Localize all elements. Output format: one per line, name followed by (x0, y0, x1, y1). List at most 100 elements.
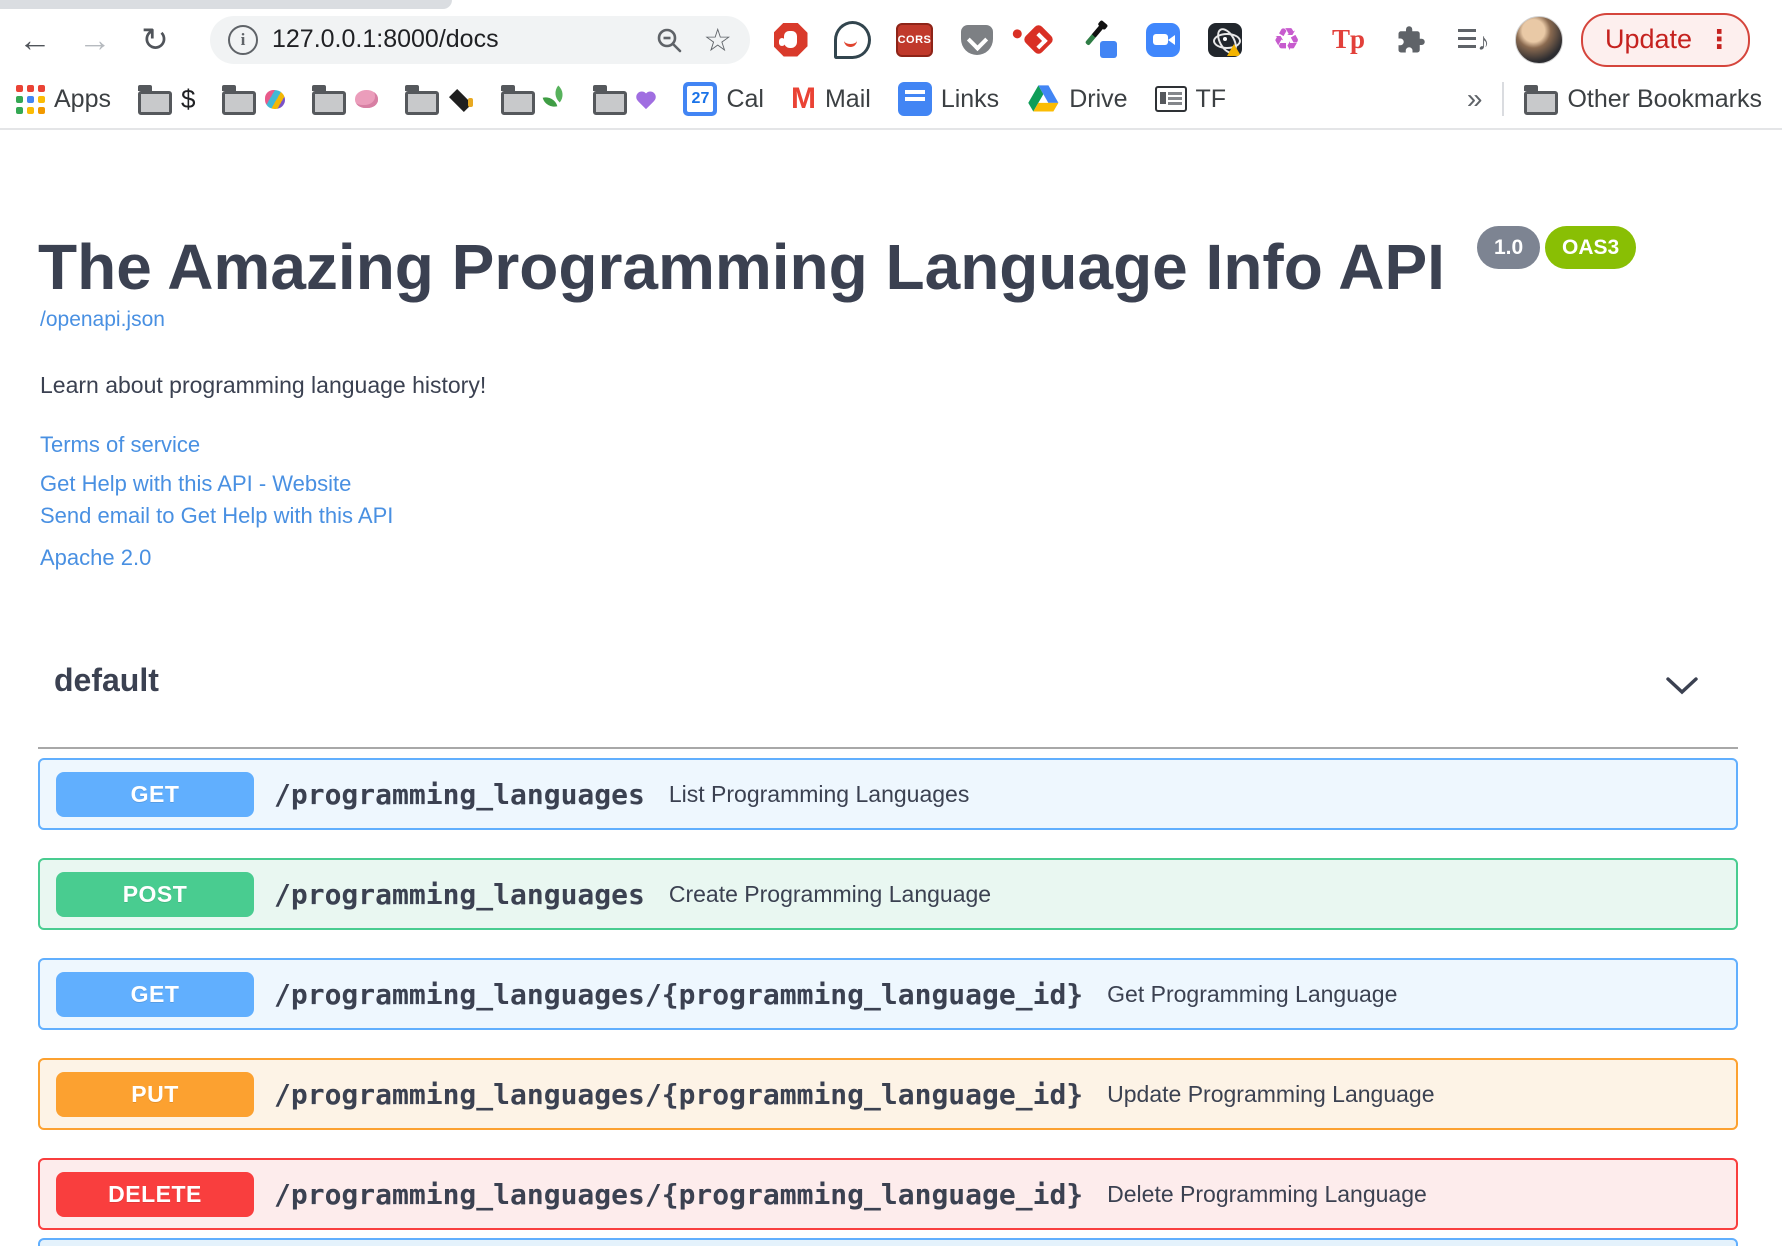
license-link[interactable]: Apache 2.0 (40, 545, 151, 571)
bookmark-drive-label: Drive (1069, 84, 1128, 113)
http-method-badge: GET (56, 771, 254, 817)
endpoint-path: /programming_languages/{programming_lang… (274, 1077, 1084, 1111)
other-bookmarks[interactable]: Other Bookmarks (1524, 84, 1762, 115)
bookmark-folder-education[interactable] (405, 84, 474, 115)
bookmark-drive[interactable]: Drive (1026, 84, 1128, 114)
bookmark-folder-favorites[interactable] (593, 84, 656, 115)
endpoint-summary: Get Programming Language (1107, 980, 1398, 1007)
next-endpoint-partial[interactable] (38, 1238, 1738, 1246)
folder-icon (1524, 84, 1559, 115)
endpoint-summary: List Programming Languages (668, 780, 970, 807)
endpoint-summary: Create Programming Language (668, 880, 992, 907)
bookmark-links[interactable]: Links (897, 82, 1000, 116)
react-devtools-icon[interactable] (1206, 21, 1243, 58)
bookmark-apps[interactable]: Apps (16, 84, 111, 114)
endpoint-row[interactable]: GET /programming_languages List Programm… (38, 758, 1738, 830)
reload-icon[interactable]: ↻ (136, 21, 174, 59)
http-method-badge: GET (56, 971, 254, 1017)
folder-icon (593, 84, 628, 115)
section-divider (38, 747, 1738, 749)
playlist-icon[interactable]: ♪ (1454, 21, 1491, 58)
bookmark-tf-label: TF (1195, 84, 1227, 113)
address-bar[interactable]: i 127.0.0.1:8000/docs ☆ (210, 15, 750, 64)
folder-icon (137, 84, 172, 115)
folder-icon (501, 84, 536, 115)
links-icon (897, 82, 932, 116)
refactor-diamond-icon[interactable] (1020, 21, 1057, 58)
tf-favicon (1154, 86, 1187, 112)
extensions-row: CORS ♻ Tp ♪ (772, 20, 1491, 59)
collapse-section-chevron-icon[interactable] (1662, 672, 1702, 702)
purple-heart-icon (636, 92, 656, 109)
tampermonkey-icon[interactable]: Tp (1330, 21, 1367, 58)
folder-icon (312, 84, 347, 115)
endpoint-path: /programming_languages/{programming_lang… (274, 977, 1084, 1011)
bookmark-tf[interactable]: TF (1154, 84, 1227, 114)
gmail-icon: M (790, 82, 816, 115)
extensions-puzzle-icon[interactable] (1392, 21, 1429, 58)
bookmark-folder-herb[interactable] (501, 84, 566, 115)
profile-avatar[interactable] (1515, 15, 1563, 64)
browser-window: ← → ↻ i 127.0.0.1:8000/docs ☆ CORS ♻ Tp … (0, 0, 1782, 1246)
brain-icon (355, 90, 379, 108)
url-text[interactable]: 127.0.0.1:8000/docs (272, 25, 499, 54)
browser-toolbar: ← → ↻ i 127.0.0.1:8000/docs ☆ CORS ♻ Tp … (0, 9, 1782, 70)
zoom-out-icon[interactable] (655, 26, 683, 54)
version-badge: 1.0 (1477, 226, 1541, 269)
endpoint-row[interactable]: PUT /programming_languages/{programming_… (38, 1058, 1738, 1130)
bookmark-star-icon[interactable]: ☆ (703, 24, 732, 56)
endpoint-row[interactable]: POST /programming_languages Create Progr… (38, 858, 1738, 930)
folder-icon (405, 84, 440, 115)
page-title: The Amazing Programming Language Info AP… (38, 231, 1445, 303)
api-description: Learn about programming language history… (40, 372, 487, 398)
endpoint-row[interactable]: DELETE /programming_languages/{programmi… (38, 1158, 1738, 1230)
http-method-badge: POST (56, 871, 254, 917)
color-picker-icon[interactable] (1082, 21, 1119, 58)
bookmarks-divider (1502, 82, 1505, 116)
cors-extension-icon[interactable]: CORS (895, 21, 934, 58)
endpoints-list: GET /programming_languages List Programm… (38, 758, 1738, 1246)
tab-strip (0, 0, 1782, 9)
bookmark-mail[interactable]: M Mail (791, 84, 871, 114)
get-help-website-link[interactable]: Get Help with this API - Website (40, 471, 351, 497)
calendar-icon: 27 (683, 82, 718, 116)
update-label: Update (1605, 24, 1693, 54)
bookmark-folder-brain[interactable] (312, 84, 379, 115)
bookmark-calendar[interactable]: 27 Cal (683, 82, 764, 116)
endpoint-path: /programming_languages (274, 877, 645, 911)
back-icon[interactable]: ← (16, 21, 54, 59)
get-help-email-link[interactable]: Send email to Get Help with this API (40, 503, 393, 529)
adblock-hand-icon[interactable] (772, 21, 809, 58)
bookmark-mail-label: Mail (824, 84, 871, 113)
bookmark-folder-pinata[interactable] (222, 84, 286, 115)
bookmark-links-label: Links (940, 84, 1000, 113)
pocket-icon[interactable] (958, 21, 995, 58)
drive-icon (1028, 85, 1059, 112)
forward-icon[interactable]: → (76, 21, 114, 59)
chat-bubble-icon[interactable] (834, 20, 871, 59)
bookmarks-overflow-icon[interactable]: » (1467, 83, 1483, 115)
bookmark-folder-finance[interactable]: $ (137, 83, 196, 115)
swagger-docs-page: The Amazing Programming Language Info AP… (0, 132, 1782, 1246)
pinata-icon (265, 89, 286, 109)
endpoint-row[interactable]: GET /programming_languages/{programming_… (38, 958, 1738, 1030)
bookmarks-right-group: » Other Bookmarks (1467, 82, 1766, 116)
site-info-icon[interactable]: i (228, 24, 258, 55)
openapi-spec-link[interactable]: /openapi.json (40, 308, 165, 332)
update-button[interactable]: Update ⋮ (1581, 12, 1751, 67)
browser-menu-dots-icon[interactable]: ⋮ (1706, 26, 1732, 52)
video-camera-icon[interactable] (1144, 21, 1181, 58)
section-header-default[interactable]: default (38, 656, 1738, 718)
endpoint-summary: Update Programming Language (1107, 1080, 1435, 1107)
other-bookmarks-label: Other Bookmarks (1567, 84, 1762, 113)
apps-grid-icon (16, 84, 45, 114)
endpoint-summary: Delete Programming Language (1107, 1180, 1427, 1207)
recycle-extension-icon[interactable]: ♻ (1268, 21, 1305, 58)
bookmarks-bar: Apps $ 27 Cal M Mail Links Drive TF » Ot… (0, 70, 1782, 130)
folder-icon (222, 84, 257, 115)
terms-of-service-link[interactable]: Terms of service (40, 432, 200, 458)
graduation-cap-icon (448, 89, 474, 109)
section-title: default (54, 662, 159, 698)
bookmark-apps-label: Apps (54, 84, 111, 113)
dollar-icon: $ (180, 83, 196, 114)
